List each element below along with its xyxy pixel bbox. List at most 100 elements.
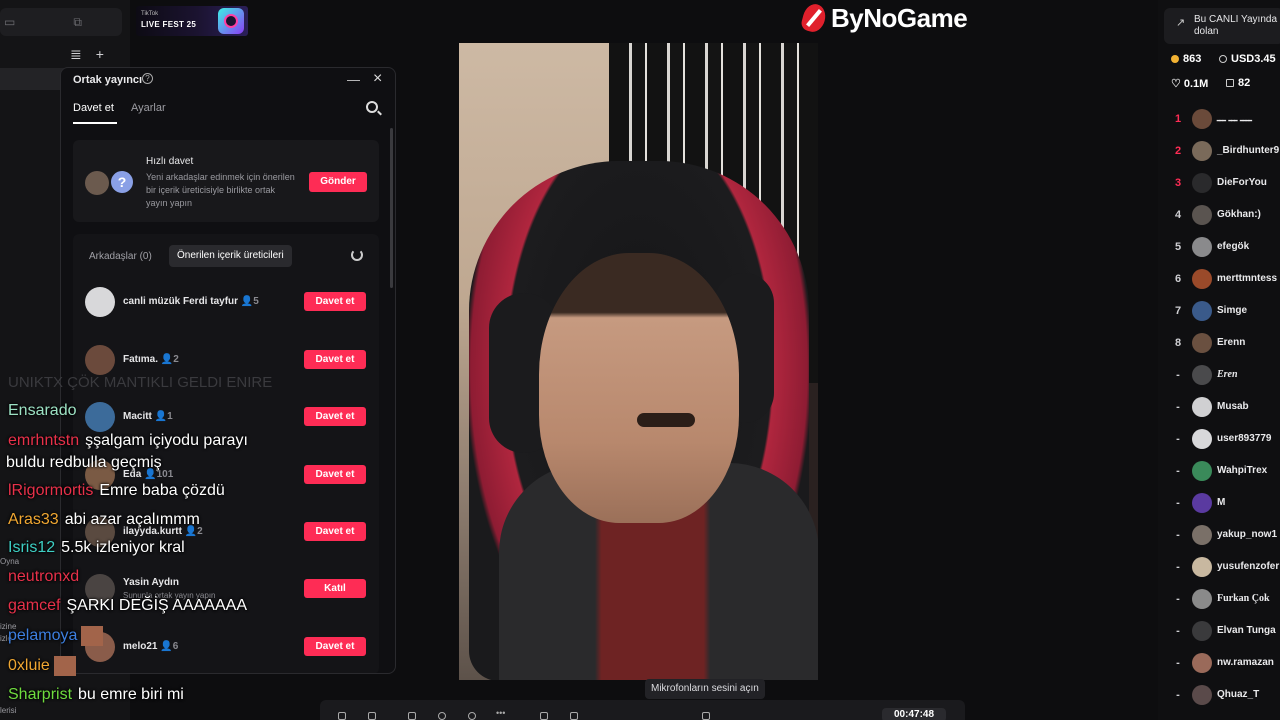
viewer-rank: - — [1176, 433, 1180, 445]
invite-button[interactable]: Davet et — [304, 407, 366, 426]
viewer-row[interactable]: - yusufenzofer — [1160, 557, 1280, 579]
list-item: canli müzük Ferdi tayfur 👤5 Davet et — [73, 286, 379, 318]
invite-button[interactable]: Davet et — [304, 350, 366, 369]
badge-title: LIVE FEST 25 — [141, 20, 197, 29]
chat-username[interactable]: lRigormortis — [8, 482, 93, 499]
close-icon[interactable]: × — [373, 70, 382, 88]
screen-icon[interactable] — [368, 712, 376, 720]
viewer-row[interactable]: 7 Simge — [1160, 301, 1280, 323]
chat-username[interactable]: gamcef — [8, 597, 60, 614]
invite-button[interactable]: Davet et — [304, 637, 366, 656]
viewer-name: nw.ramazan — [1217, 657, 1274, 668]
invite-button[interactable]: Davet et — [304, 522, 366, 541]
viewer-rank: - — [1176, 625, 1180, 637]
rail-label[interactable]: Oyna — [0, 557, 19, 566]
filter-tab-suggested[interactable]: Önerilen içerik üreticileri — [169, 245, 292, 267]
viewer-row[interactable]: -M — [1160, 493, 1280, 515]
chat-message: Isris12 5.5k izleniyor kral — [8, 539, 185, 557]
add-icon[interactable]: + — [96, 46, 104, 63]
heart-icon: ♡ — [1171, 78, 1181, 90]
row-name-text: canli müzük Ferdi tayfur — [123, 296, 239, 307]
viewer-row[interactable]: 2 _Birdhunter9 — [1160, 141, 1280, 163]
copy-icon[interactable]: ⧉ — [73, 15, 82, 30]
camera-icon[interactable] — [468, 712, 476, 720]
list-icon[interactable]: ≣ — [70, 46, 82, 63]
list-item: Fatıma. 👤2 Davet et — [73, 344, 379, 376]
help-icon[interactable]: ? — [142, 73, 153, 84]
diamond-icon — [1171, 55, 1179, 64]
viewer-row[interactable]: 5 efegök — [1160, 237, 1280, 259]
tab-underline — [73, 122, 117, 124]
mic-icon[interactable] — [408, 712, 416, 720]
viewer-rank: 5 — [1174, 241, 1182, 253]
viewer-row[interactable]: 3 DieForYou — [1160, 173, 1280, 195]
viewer-rank: - — [1176, 657, 1180, 669]
chat-username[interactable]: pelamoya — [8, 627, 77, 644]
avatar — [1192, 589, 1212, 609]
viewer-row[interactable]: - Qhuaz_T — [1160, 685, 1280, 707]
viewer-row[interactable]: 6 merttmntess — [1160, 269, 1280, 291]
minimize-icon[interactable]: — — [347, 72, 360, 87]
window-icon[interactable]: ▭ — [4, 15, 15, 29]
bynogame-mark-icon — [799, 1, 829, 35]
invite-button[interactable]: Davet et — [304, 465, 366, 484]
search-icon[interactable] — [366, 101, 378, 113]
more-icon[interactable]: ••• — [496, 708, 505, 718]
record-icon[interactable] — [438, 712, 446, 720]
join-button[interactable]: Katıl — [304, 579, 366, 598]
chat-username[interactable]: neutronxd — [8, 568, 79, 585]
viewer-row[interactable]: - yakup_now1 — [1160, 525, 1280, 547]
viewer-row[interactable]: 8 Erenn — [1160, 333, 1280, 355]
mic-muted-icon[interactable] — [702, 712, 710, 720]
invite-button[interactable]: Davet et — [304, 292, 366, 311]
chat-username[interactable]: Sharprist — [8, 686, 72, 703]
refresh-icon[interactable] — [351, 249, 363, 261]
viewer-row[interactable]: 4 Gökhan:) — [1160, 205, 1280, 227]
viewer-rank: 2 — [1174, 145, 1182, 157]
send-button[interactable]: Gönder — [309, 172, 367, 192]
viewer-row[interactable]: - Musab — [1160, 397, 1280, 419]
filter-tab-friends[interactable]: Arkadaşlar (0) — [89, 251, 152, 262]
row-name-text: Yasin Aydın — [123, 577, 179, 588]
gift-icon — [1226, 79, 1234, 88]
avatar — [1192, 269, 1212, 289]
live-goal-text: Bu CANLI Yayında dolan — [1194, 14, 1278, 37]
chat-text: abi azar açalımmm — [64, 511, 200, 528]
bottom-toolbar: ••• — [320, 700, 965, 720]
chat-username[interactable]: Isris12 — [8, 539, 55, 556]
viewer-row[interactable]: 1 ــــ ـــ ـــ — [1160, 109, 1280, 131]
chat-username[interactable]: emrhntstn — [8, 432, 79, 449]
panel-title: Ortak yayıncı — [73, 74, 143, 86]
rail-label[interactable]: lerisi — [0, 706, 16, 715]
chat-username[interactable]: Ensarado — [8, 402, 77, 419]
panel-scrollbar[interactable] — [390, 128, 393, 288]
effects-icon[interactable] — [338, 712, 346, 720]
avatar — [1192, 109, 1212, 129]
tab-invite[interactable]: Davet et — [73, 102, 114, 114]
mute-icon[interactable] — [570, 712, 578, 720]
diamond-count: 863 — [1183, 53, 1202, 65]
viewer-name: efegök — [1217, 241, 1250, 252]
viewer-row[interactable]: - user893779 — [1160, 429, 1280, 451]
trend-icon: ↗ — [1176, 17, 1186, 29]
viewer-row[interactable]: - Furkan Çok — [1160, 589, 1280, 611]
chat-message: Aras33 abi azar açalımmm — [8, 511, 200, 529]
viewer-row[interactable]: - Eren — [1160, 365, 1280, 387]
live-fest-badge[interactable]: TikTok LIVE FEST 25 — [136, 6, 248, 36]
rail-top-bar[interactable]: ▭ ⧉ — [0, 8, 122, 36]
avatar — [1192, 621, 1212, 641]
chat-username[interactable]: 0xluie — [8, 657, 50, 674]
tab-settings[interactable]: Ayarlar — [131, 102, 166, 114]
settings-icon[interactable] — [540, 712, 548, 720]
viewer-name: Erenn — [1217, 337, 1246, 348]
coin-icon — [1219, 55, 1227, 64]
viewer-name: Elvan Tunga — [1217, 625, 1276, 636]
viewer-row[interactable]: - Elvan Tunga — [1160, 621, 1280, 643]
diamond-stat: 863 — [1171, 53, 1201, 65]
viewer-row[interactable]: - WahpiTrex — [1160, 461, 1280, 483]
viewer-rank: - — [1176, 369, 1180, 381]
viewer-row[interactable]: - nw.ramazan — [1160, 653, 1280, 675]
chat-username[interactable]: Aras33 — [8, 511, 59, 528]
quick-invite-desc: Yeni arkadaşlar edinmek için önerilen bi… — [146, 172, 295, 208]
row-name: Macitt 👤1 — [123, 411, 173, 422]
